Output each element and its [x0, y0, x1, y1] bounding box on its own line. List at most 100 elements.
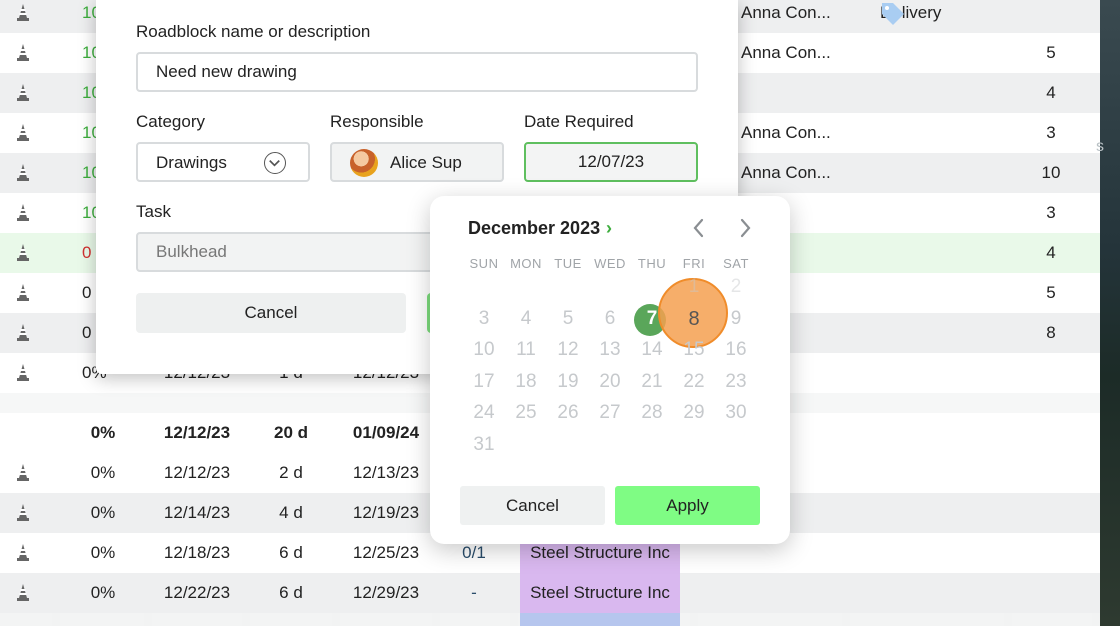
cell-end: 12/13/23	[352, 463, 420, 482]
date-required-label: Date Required	[524, 112, 634, 131]
calendar-day[interactable]: 18	[509, 367, 543, 397]
row-count: 5	[1046, 283, 1056, 302]
roadblock-cone-icon	[17, 204, 29, 221]
weekday-thu: THU	[637, 256, 667, 271]
calendar-day[interactable]: 10	[467, 335, 501, 365]
calendar-day[interactable]: 16	[719, 335, 753, 365]
responsible-name: Anna Con...	[741, 3, 831, 22]
cell-end: 12/29/23	[352, 583, 420, 602]
cell-dur: 6 d	[279, 583, 303, 602]
cell-start: 12/22/23	[163, 583, 231, 602]
dialog-cancel-button[interactable]: Cancel	[136, 293, 406, 333]
responsible-value: Alice Sup	[390, 153, 462, 172]
date-required-input[interactable]: 12/07/23	[524, 142, 698, 182]
calendar-day[interactable]: 3	[467, 304, 501, 334]
calendar-day[interactable]: 26	[551, 398, 585, 428]
calendar-day[interactable]: 4	[509, 304, 543, 334]
month-label[interactable]: December 2023	[468, 218, 600, 239]
roadblock-cone-icon	[17, 164, 29, 181]
cell-start: 12/18/23	[163, 543, 231, 562]
roadblock-cone-icon	[17, 324, 29, 341]
roadblock-cone-icon	[17, 44, 29, 61]
summary-dur: 20 d	[273, 423, 309, 442]
previous-month-button[interactable]	[688, 214, 710, 242]
cell-dur: 6 d	[279, 543, 303, 562]
calendar-day[interactable]: 6	[593, 304, 627, 334]
roadblock-name-input[interactable]	[136, 52, 698, 92]
roadblock-cone-icon	[17, 364, 29, 381]
calendar-day[interactable]: 27	[593, 398, 627, 428]
calendar-day[interactable]: 23	[719, 367, 753, 397]
calendar-day[interactable]: 21	[635, 367, 669, 397]
roadblock-cone-icon	[17, 244, 29, 261]
category-value: Drawings	[156, 153, 227, 172]
category-select[interactable]: Drawings	[136, 142, 310, 182]
weekday-sun: SUN	[469, 256, 499, 271]
roadblock-cone-icon	[17, 584, 29, 601]
name-label: Roadblock name or description	[136, 22, 371, 41]
next-month-button[interactable]	[734, 214, 756, 242]
roadblock-cone-icon	[17, 284, 29, 301]
summary-pct: 0%	[90, 423, 116, 442]
roadblock-cone-icon	[17, 544, 29, 561]
trade-name: Steel Structure Inc	[520, 573, 680, 613]
roadblock-cone-icon	[17, 504, 29, 521]
cell-end: 12/25/23	[352, 543, 420, 562]
calendar-day[interactable]: 29	[677, 398, 711, 428]
calendar-day[interactable]: 15	[677, 335, 711, 365]
desktop-edge-text: s	[1096, 138, 1104, 155]
calendar-day[interactable]: 2	[719, 272, 753, 302]
calendar-day[interactable]: 12	[551, 335, 585, 365]
cell-pct: 0%	[90, 583, 116, 602]
cell-dur: 2 d	[279, 463, 303, 482]
calendar-day[interactable]: 31	[467, 430, 501, 460]
calendar-day-selected[interactable]: 7	[635, 304, 669, 334]
calendar-day[interactable]: 14	[635, 335, 669, 365]
chevron-right-icon	[740, 218, 751, 238]
cell-end: 12/19/23	[352, 503, 420, 522]
table-row[interactable]: 0% 12/22/23 6 d 12/29/23 - Steel Structure In…	[0, 573, 1100, 613]
roadblock-cone-icon	[17, 4, 29, 21]
row-count: 5	[1046, 43, 1056, 62]
calendar-day[interactable]: 11	[509, 335, 543, 365]
trade-bar-bottom	[520, 613, 680, 626]
picker-apply-button[interactable]: Apply	[615, 486, 760, 525]
calendar-day[interactable]: 5	[551, 304, 585, 334]
row-count: 8	[1046, 323, 1056, 342]
chevron-right-icon[interactable]: ›	[606, 218, 612, 239]
cell-start: 12/14/23	[163, 503, 231, 522]
calendar-day[interactable]: 13	[593, 335, 627, 365]
weekday-mon: MON	[510, 256, 542, 271]
responsible-select[interactable]: Alice Sup	[330, 142, 504, 182]
summary-end: 01/09/24	[352, 423, 420, 442]
row-count: 10	[1041, 163, 1061, 182]
responsible-name: Anna Con...	[741, 123, 831, 142]
task-select[interactable]: Bulkhead	[136, 232, 436, 272]
weekday-wed: WED	[594, 256, 626, 271]
calendar-day[interactable]: 20	[593, 367, 627, 397]
weekday-tue: TUE	[554, 256, 582, 271]
summary-start: 12/12/23	[163, 423, 231, 442]
cell-pct: 0%	[90, 503, 116, 522]
cell-pct: 0%	[90, 543, 116, 562]
responsible-name: Anna Con...	[741, 163, 831, 182]
calendar-day[interactable]: 19	[551, 367, 585, 397]
calendar-day[interactable]: 28	[635, 398, 669, 428]
picker-cancel-button[interactable]: Cancel	[460, 486, 605, 525]
roadblock-cone-icon	[17, 464, 29, 481]
weekday-fri: FRI	[682, 256, 706, 271]
calendar-day[interactable]: 17	[467, 367, 501, 397]
calendar-day[interactable]: 9	[719, 304, 753, 334]
calendar-day[interactable]: 25	[509, 398, 543, 428]
task-label: Task	[136, 202, 171, 221]
calendar-day[interactable]: 1	[677, 272, 711, 302]
calendar-day[interactable]: 24	[467, 398, 501, 428]
row-count: 3	[1046, 203, 1056, 222]
calendar-day[interactable]: 30	[719, 398, 753, 428]
responsible-label: Responsible	[330, 112, 424, 131]
calendar-day[interactable]: 22	[677, 367, 711, 397]
calendar-day-hovered[interactable]: 8	[677, 304, 711, 334]
tag-delivery[interactable]: Delivery	[850, 0, 1004, 33]
avatar	[350, 149, 378, 177]
roadblock-cone-icon	[17, 124, 29, 141]
